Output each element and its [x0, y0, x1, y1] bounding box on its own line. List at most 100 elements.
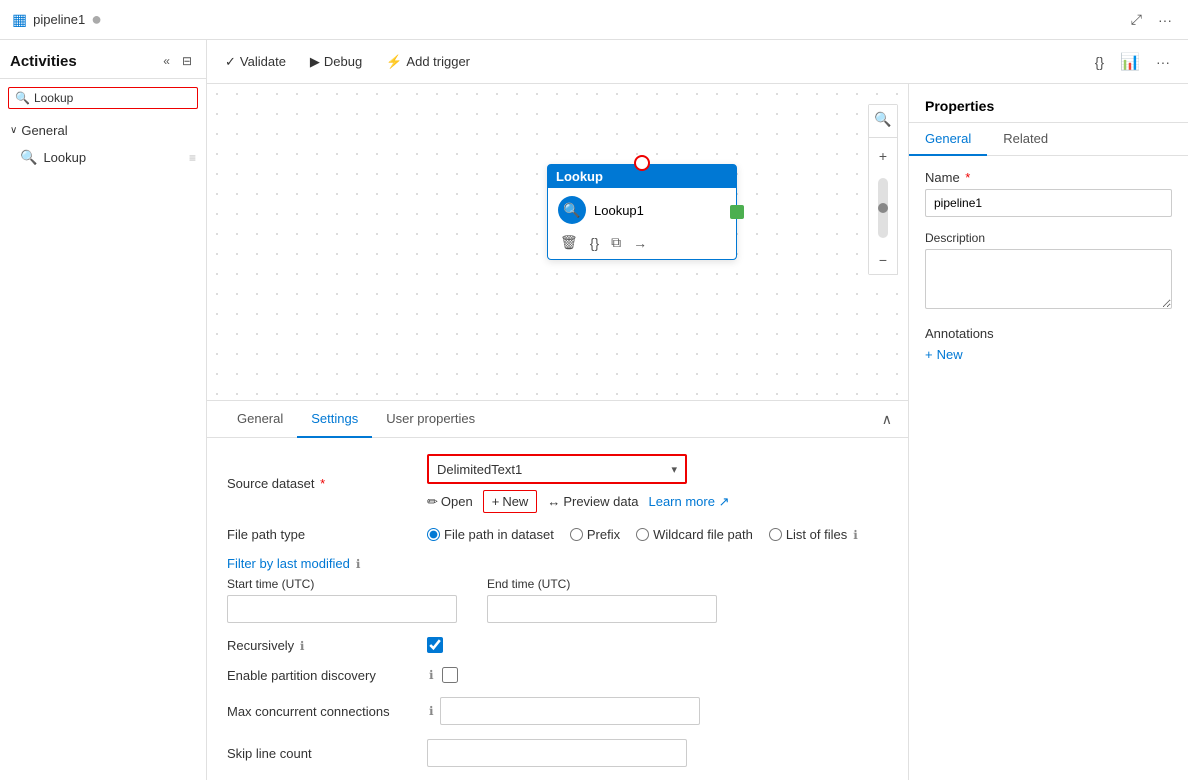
- add-trigger-button[interactable]: ⚡ Add trigger: [382, 52, 474, 72]
- learn-more-link[interactable]: Learn more ↗: [648, 494, 729, 510]
- prop-tab-general[interactable]: General: [909, 123, 987, 156]
- file-path-option2-label: Prefix: [587, 527, 620, 542]
- source-dataset-row: Source dataset * DelimitedText1 ▾ ✏: [227, 454, 888, 513]
- validate-button[interactable]: ✓ Validate: [221, 52, 290, 72]
- filter-icon[interactable]: ⊟: [178, 50, 196, 72]
- node-body: 🔍 Lookup1: [548, 188, 736, 228]
- new-plus-icon: +: [492, 494, 500, 509]
- source-dataset-label: Source dataset *: [227, 476, 427, 491]
- file-path-option4-label: List of files: [786, 527, 847, 542]
- partition-checkbox-wrap: ℹ: [427, 667, 458, 683]
- partition-info-icon[interactable]: ℹ: [429, 668, 434, 682]
- sidebar-header-icons: « ⊟: [159, 50, 196, 72]
- recursively-checkbox-wrap: [427, 637, 443, 653]
- node-connect-right[interactable]: [730, 205, 744, 219]
- max-connections-row: Max concurrent connections ℹ: [227, 697, 888, 725]
- dataset-select[interactable]: DelimitedText1 ▾: [427, 454, 687, 484]
- search-icon: 🔍: [15, 91, 30, 105]
- expand-button[interactable]: ⤢: [1127, 7, 1146, 32]
- monitor-button[interactable]: 📊: [1116, 48, 1144, 76]
- tab-general[interactable]: General: [223, 401, 297, 438]
- more-options-button[interactable]: ···: [1154, 8, 1176, 32]
- properties-title: Properties: [909, 84, 1188, 123]
- skip-line-wrap: [427, 739, 687, 767]
- list-of-files-info-icon[interactable]: ℹ: [853, 528, 858, 542]
- start-time-input[interactable]: [227, 595, 457, 623]
- canvas-zoom-out-button[interactable]: −: [869, 246, 897, 274]
- open-dataset-link[interactable]: ✏ Open: [427, 494, 473, 510]
- recursively-label: Recursively ℹ: [227, 638, 427, 653]
- preview-data-link[interactable]: ↔ Preview data: [547, 494, 638, 509]
- more-toolbar-button[interactable]: ···: [1152, 48, 1174, 76]
- canvas[interactable]: Lookup 🔍 Lookup1 🗑 {} ⧉ →: [207, 84, 908, 400]
- add-annotation-button[interactable]: + New: [925, 347, 963, 362]
- partition-checkbox[interactable]: [442, 667, 458, 683]
- bottom-tabs: General Settings User properties ∧: [207, 401, 908, 438]
- end-time-field: End time (UTC): [487, 577, 717, 623]
- canvas-zoom-slider[interactable]: [878, 178, 888, 238]
- canvas-zoom-in-button[interactable]: +: [869, 142, 897, 170]
- properties-content: Name * Description Annotations + New: [909, 156, 1188, 376]
- filter-title: Filter by last modified ℹ: [227, 556, 888, 571]
- top-bar: ▦ pipeline1 ● ⤢ ···: [0, 0, 1188, 40]
- file-path-option3[interactable]: Wildcard file path: [636, 527, 753, 542]
- skip-line-input[interactable]: [427, 739, 687, 767]
- category-header[interactable]: ∨ General: [0, 117, 206, 144]
- panel-collapse-button[interactable]: ∧: [882, 411, 892, 428]
- canvas-divider: [869, 137, 897, 138]
- description-textarea[interactable]: [925, 249, 1172, 309]
- node-header-label: Lookup: [556, 169, 603, 184]
- prop-tab-related[interactable]: Related: [987, 123, 1064, 156]
- sidebar: Activities « ⊟ 🔍 ∨ General 🔍 Lookup ≡: [0, 40, 207, 780]
- toolbar: ✓ Validate ▶ Debug ⚡ Add trigger {} 📊 ··…: [207, 40, 1188, 84]
- code-button[interactable]: {}: [1091, 48, 1108, 76]
- preview-label: Preview data: [563, 494, 638, 509]
- name-label: Name *: [925, 170, 1172, 185]
- tab-settings[interactable]: Settings: [297, 401, 372, 438]
- start-time-label: Start time (UTC): [227, 577, 457, 591]
- toolbar-right: {} 📊 ···: [1091, 48, 1174, 76]
- node-connect-button[interactable]: →: [631, 233, 649, 253]
- recursively-info-icon[interactable]: ℹ: [300, 639, 305, 653]
- drag-handle-icon: ≡: [189, 151, 196, 165]
- chevron-icon: ∨: [10, 125, 17, 136]
- recursively-row: Recursively ℹ: [227, 637, 888, 653]
- canvas-search-button[interactable]: 🔍: [869, 105, 897, 133]
- partition-row: Enable partition discovery ℹ: [227, 667, 888, 683]
- search-input[interactable]: [34, 91, 191, 105]
- node-copy-button[interactable]: ⧉: [609, 232, 623, 253]
- file-path-option2[interactable]: Prefix: [570, 527, 620, 542]
- collapse-icon[interactable]: «: [159, 50, 174, 72]
- add-annotation-icon: +: [925, 347, 933, 362]
- center-area: ✓ Validate ▶ Debug ⚡ Add trigger {} 📊 ··…: [207, 40, 1188, 780]
- filter-info-icon[interactable]: ℹ: [356, 557, 361, 571]
- file-path-label: File path type: [227, 527, 427, 542]
- node-connect-top[interactable]: [634, 155, 650, 171]
- name-input[interactable]: [925, 189, 1172, 217]
- file-path-option1[interactable]: File path in dataset: [427, 527, 554, 542]
- file-path-option4[interactable]: List of files ℹ: [769, 527, 858, 542]
- node-delete-button[interactable]: 🗑: [558, 232, 580, 253]
- node-code-button[interactable]: {}: [588, 233, 601, 253]
- file-path-radio-group: File path in dataset Prefix Wildcard fil…: [427, 527, 858, 542]
- lookup-activity-item[interactable]: 🔍 Lookup ≡: [0, 144, 206, 171]
- max-connections-info-icon[interactable]: ℹ: [429, 704, 434, 718]
- top-bar-left: ▦ pipeline1 ●: [12, 9, 1119, 30]
- canvas-controls: 🔍 + −: [868, 104, 898, 275]
- source-dataset-control: DelimitedText1 ▾ ✏ Open +: [427, 454, 888, 513]
- debug-button[interactable]: ▶ Debug: [306, 52, 366, 72]
- lookup-node[interactable]: Lookup 🔍 Lookup1 🗑 {} ⧉ →: [547, 164, 737, 260]
- tab-user-properties[interactable]: User properties: [372, 401, 489, 438]
- end-time-input[interactable]: [487, 595, 717, 623]
- search-box[interactable]: 🔍: [8, 87, 198, 109]
- unsaved-dot-icon: ●: [91, 9, 102, 30]
- bottom-panel: General Settings User properties ∧ Sourc…: [207, 400, 908, 780]
- time-row: Start time (UTC) End time (UTC): [227, 577, 888, 623]
- new-dataset-button[interactable]: + New: [483, 490, 538, 513]
- trigger-icon: ⚡: [386, 54, 402, 70]
- start-time-field: Start time (UTC): [227, 577, 457, 623]
- new-label: New: [502, 494, 528, 509]
- max-connections-label: Max concurrent connections: [227, 704, 427, 719]
- max-connections-input[interactable]: [440, 697, 700, 725]
- recursively-checkbox[interactable]: [427, 637, 443, 653]
